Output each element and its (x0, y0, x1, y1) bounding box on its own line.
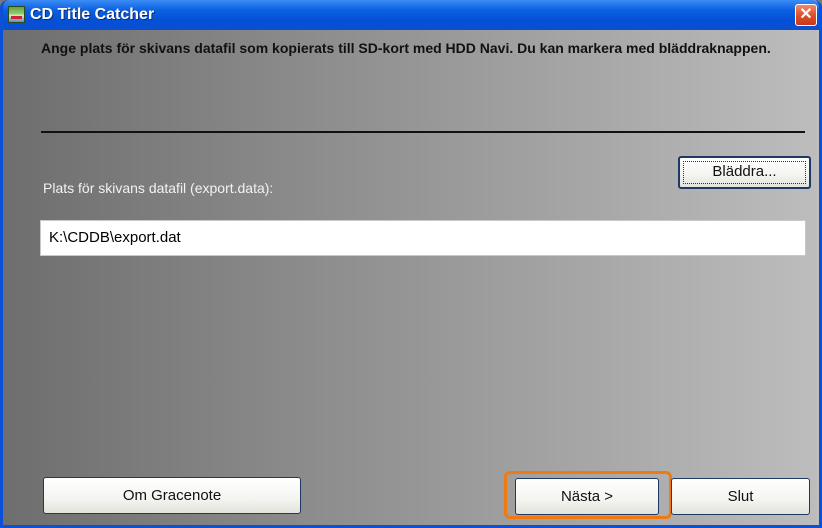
close-icon: ✕ (799, 6, 813, 23)
quit-button[interactable]: Slut (671, 478, 810, 515)
next-button[interactable]: Nästa > (515, 478, 659, 515)
about-button-label: Om Gracenote (122, 487, 222, 504)
dialog-window: CD Title Catcher ✕ Ange plats för skivan… (0, 0, 822, 528)
window-title: CD Title Catcher (30, 6, 155, 23)
browse-button[interactable]: Bläddra... (678, 156, 811, 189)
app-icon (8, 6, 25, 23)
next-button-label: Nästa > (560, 488, 614, 505)
about-gracenote-button[interactable]: Om Gracenote (43, 477, 301, 514)
close-button[interactable]: ✕ (795, 4, 817, 26)
path-input[interactable]: K:\CDDB\export.dat (40, 220, 806, 256)
instruction-text: Ange plats för skivans datafil som kopie… (41, 40, 771, 56)
focus-outline (683, 161, 806, 184)
separator-line (41, 131, 805, 133)
quit-button-label: Slut (727, 488, 754, 505)
title-bar[interactable]: CD Title Catcher ✕ (3, 0, 819, 30)
path-field-label: Plats för skivans datafil (export.data): (43, 180, 274, 196)
